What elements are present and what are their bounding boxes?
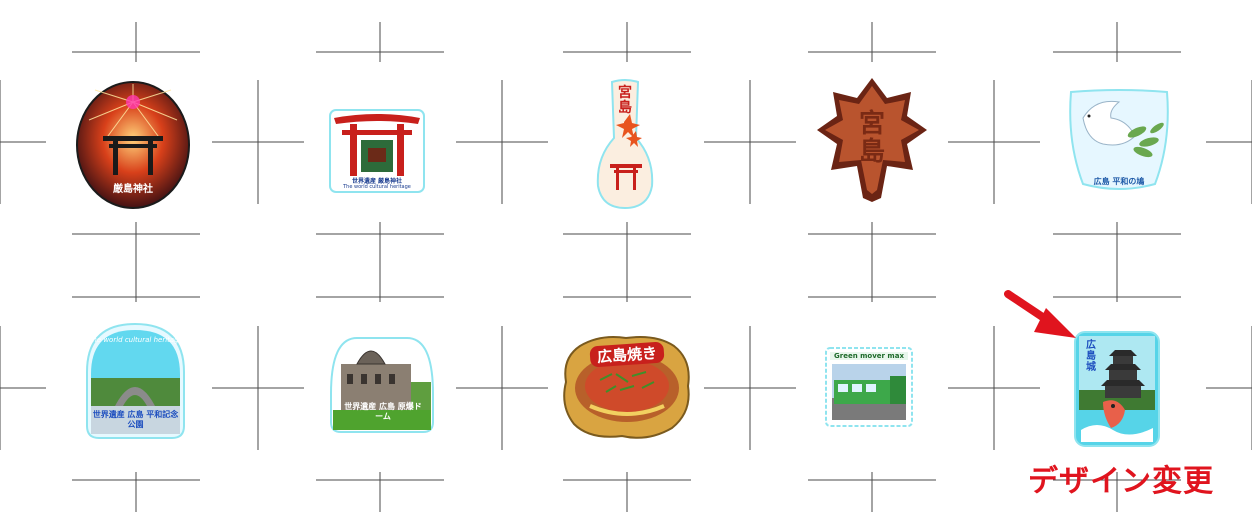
sticker-caption: 宮島 <box>858 109 885 167</box>
sticker-okonomiyaki[interactable]: 広島焼き <box>560 330 694 442</box>
sticker-peace-memorial-park[interactable]: The world cultural heritage 世界遺産 広島 平和記念… <box>85 322 186 440</box>
design-change-label: デザイン変更 <box>1028 464 1214 499</box>
sticker-subcaption: The world cultural heritage <box>343 184 411 190</box>
sticker-atomic-bomb-dome[interactable]: 世界遺産 広島 原爆ドーム <box>327 334 437 434</box>
sticker-torii-heritage[interactable]: 世界遺産 厳島神社 The world cultural heritage <box>328 108 426 194</box>
sticker-caption: 宮島 <box>618 85 632 116</box>
sticker-caption: Green mover max <box>830 352 908 360</box>
sticker-miyajima-spatula[interactable]: 宮島 <box>594 78 656 210</box>
sticker-arc-text: The world cultural heritage <box>88 336 183 344</box>
sticker-caption: 世界遺産 広島 平和記念公園 <box>92 410 179 429</box>
sticker-caption: 厳島神社 <box>113 184 153 195</box>
sticker-itsukushima-fireworks[interactable]: 厳島神社 <box>75 80 191 210</box>
sticker-green-mover-tram[interactable]: Green mover max <box>824 346 914 428</box>
sticker-peace-dove[interactable]: 広島 平和の鳩 <box>1065 88 1173 194</box>
sticker-caption: 広島 平和の鳩 <box>1093 177 1145 186</box>
red-arrow-icon <box>1004 290 1076 338</box>
sticker-caption: 広島城 <box>1086 340 1096 373</box>
sticker-hiroshima-castle[interactable]: 広島城 <box>1073 330 1161 448</box>
sticker-momiji-manju[interactable]: 宮島 <box>815 74 930 206</box>
sticker-sheet: 厳島神社 世界遺産 厳島神社 The world cultural herita… <box>0 0 1252 516</box>
sticker-caption: 世界遺産 広島 原爆ドーム <box>344 402 422 421</box>
